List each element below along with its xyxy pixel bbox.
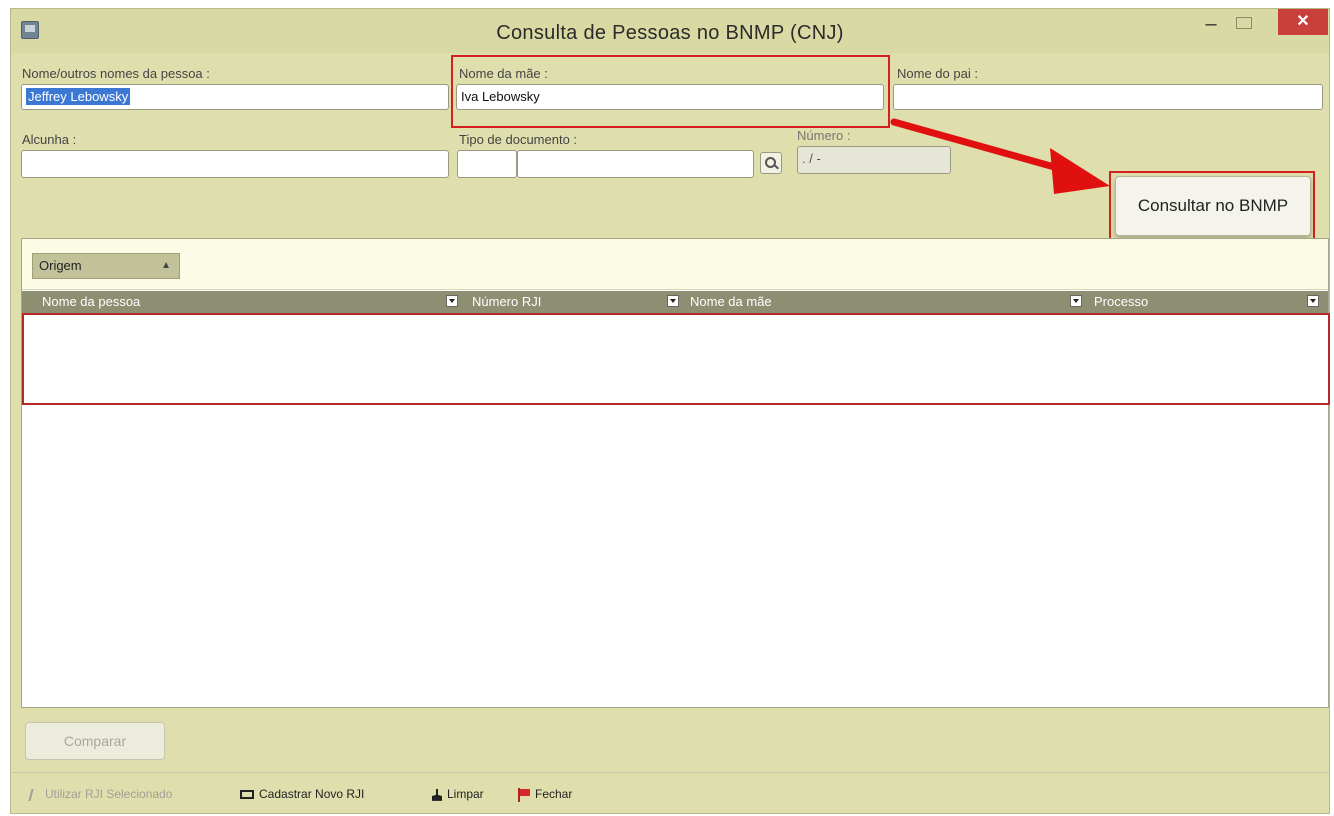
fechar-button[interactable]: Fechar [516,787,572,802]
comparar-button[interactable]: Comparar [25,722,165,760]
minimize-button[interactable]: – [1199,14,1223,37]
dropdown-icon[interactable] [667,295,679,307]
window-title: Consulta de Pessoas no BNMP (CNJ) [496,22,844,44]
bottom-toolbar: Utilizar RJI Selecionado Cadastrar Novo … [10,772,1330,815]
nome-label: Nome/outros nomes da pessoa : [22,66,210,81]
cadastrar-label: Cadastrar Novo RJI [259,787,365,801]
tipo-documento-code-field[interactable] [457,150,517,178]
mae-highlight-box [451,55,890,128]
nome-field[interactable]: Jeffrey Lebowsky [21,84,449,110]
numero-label: Número : [797,128,851,143]
search-icon[interactable] [760,152,782,174]
group-by-origem[interactable]: Origem ▲ [32,253,180,279]
card-icon [240,790,254,800]
alcunha-label: Alcunha : [22,132,77,147]
col-header-nome-pessoa[interactable]: Nome da pessoa [42,291,140,313]
results-highlight-box [22,313,1330,405]
red-arrow-annotation [890,118,1110,194]
cursor-icon [28,788,42,801]
broom-icon [432,788,442,801]
column-header-row: Nome da pessoa Número RJI Nome da mãe Pr… [22,291,1328,313]
utilizar-label: Utilizar RJI Selecionado [45,787,173,801]
pai-label: Nome do pai : [897,66,978,81]
cadastrar-rji-button[interactable]: Cadastrar Novo RJI [240,787,364,801]
alcunha-field[interactable] [21,150,449,178]
limpar-button[interactable]: Limpar [432,787,484,801]
group-by-band: Origem ▲ [22,239,1328,290]
dropdown-icon[interactable] [1307,295,1319,307]
tipo-documento-label: Tipo de documento : [459,132,578,147]
consultar-bnmp-button[interactable]: Consultar no BNMP [1115,176,1311,236]
col-header-nome-mae[interactable]: Nome da mãe [690,291,772,313]
limpar-label: Limpar [447,787,484,801]
nome-value: Jeffrey Lebowsky [26,88,131,105]
col-header-processo[interactable]: Processo [1094,291,1148,313]
results-grid: Origem ▲ Nome da pessoa Número RJI Nome … [21,238,1330,708]
sort-icon: ▲ [161,260,171,271]
dropdown-icon[interactable] [446,295,458,307]
col-header-numero-rji[interactable]: Número RJI [472,291,541,313]
flag-icon [516,787,530,802]
close-button[interactable]: ✕ [1278,9,1328,35]
tipo-documento-field[interactable] [517,150,754,178]
fechar-label: Fechar [535,787,573,801]
title-bar: Consulta de Pessoas no BNMP (CNJ) – ✕ [11,9,1329,53]
maximize-button[interactable] [1236,17,1252,29]
utilizar-rji-button[interactable]: Utilizar RJI Selecionado [28,787,173,801]
origem-label: Origem [39,258,82,273]
pai-field[interactable] [893,84,1323,110]
dropdown-icon[interactable] [1070,295,1082,307]
